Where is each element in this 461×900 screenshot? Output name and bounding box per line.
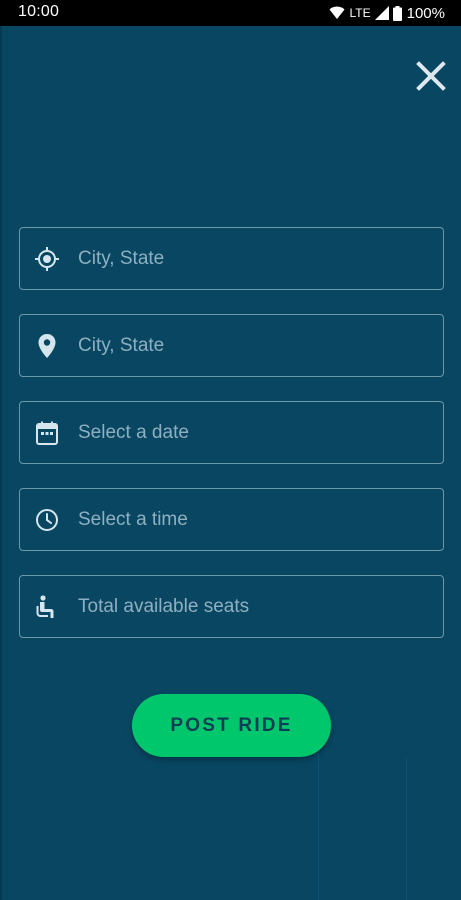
location-pin-icon xyxy=(34,333,60,359)
status-bar: 10:00 LTE 100% xyxy=(0,0,461,26)
wifi-icon xyxy=(329,6,345,20)
seat-icon xyxy=(34,594,60,620)
my-location-icon xyxy=(34,246,60,272)
destination-city-placeholder: City, State xyxy=(78,334,165,356)
origin-city-field[interactable]: City, State xyxy=(19,227,444,290)
left-edge-shadow xyxy=(0,26,2,900)
battery-percent: 100% xyxy=(406,4,445,22)
cellular-signal-icon xyxy=(374,6,389,20)
origin-city-placeholder: City, State xyxy=(78,247,165,269)
post-ride-screen: City, State City, State Select a date Se… xyxy=(0,26,461,900)
battery-icon xyxy=(392,5,402,21)
screen: 10:00 LTE 100% City, State City, State S… xyxy=(0,0,461,900)
seats-placeholder: Total available seats xyxy=(78,595,250,617)
status-icons: LTE 100% xyxy=(329,3,445,23)
time-placeholder: Select a time xyxy=(78,508,188,530)
post-ride-button[interactable]: POST RIDE xyxy=(132,694,331,757)
calendar-icon xyxy=(34,420,60,446)
close-icon xyxy=(416,60,446,96)
divider-line xyxy=(318,754,319,900)
date-field[interactable]: Select a date xyxy=(19,401,444,464)
destination-city-field[interactable]: City, State xyxy=(19,314,444,377)
seats-field[interactable]: Total available seats xyxy=(19,575,444,638)
divider-line xyxy=(406,758,407,900)
time-field[interactable]: Select a time xyxy=(19,488,444,551)
status-time: 10:00 xyxy=(18,3,60,20)
post-ride-label: POST RIDE xyxy=(170,714,293,736)
clock-icon xyxy=(34,507,60,533)
network-type-label: LTE xyxy=(349,6,371,20)
close-button[interactable] xyxy=(412,59,450,97)
date-placeholder: Select a date xyxy=(78,421,189,443)
